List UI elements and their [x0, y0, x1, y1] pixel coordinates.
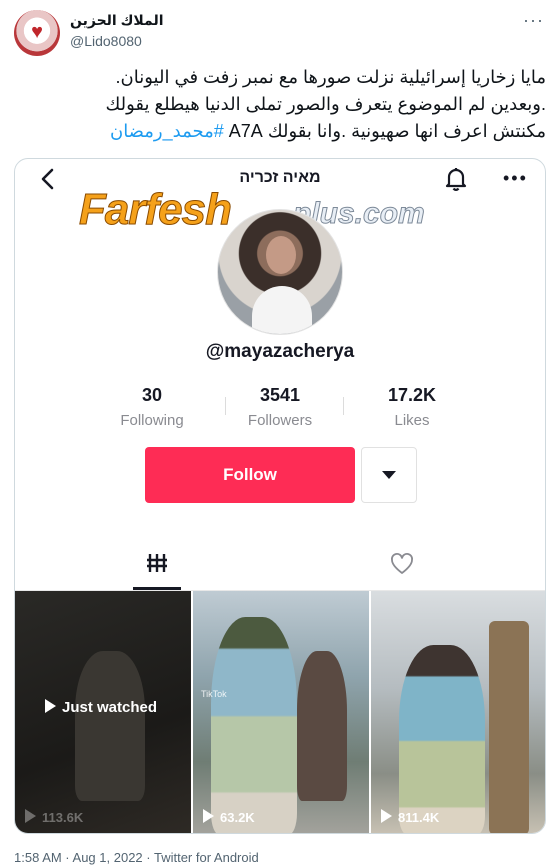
profile-stats: 30 Following 3541 Followers 17.2K Likes — [111, 385, 451, 431]
tiktok-tag: TikTok — [201, 689, 227, 699]
thumb-figure — [489, 621, 529, 833]
avatar-figure — [252, 286, 312, 334]
thumb-figure — [399, 645, 485, 833]
tab-videos[interactable] — [15, 539, 280, 591]
play-icon — [381, 809, 392, 823]
tweet-text-line: مايا زخاريا إسرائيلية نزلت صورها مع نمبر… — [115, 67, 546, 87]
thumb-figure — [297, 651, 347, 801]
profile-tabs — [15, 539, 545, 591]
stat-following[interactable]: 30 Following — [97, 385, 207, 429]
just-watched-overlay: Just watched — [45, 699, 157, 716]
display-name[interactable]: الملاك الحزين — [70, 12, 164, 29]
video-grid: Just watched 113.6K TikTok 63.2K 811.4K — [15, 591, 545, 833]
view-count-value: 63.2K — [220, 810, 255, 825]
watermark-logo: Farfesh — [79, 185, 233, 235]
heart-logo-icon: ♥ — [31, 21, 43, 43]
view-count-value: 113.6K — [42, 810, 84, 825]
play-icon — [45, 699, 56, 713]
suggestions-dropdown-button[interactable] — [361, 447, 417, 503]
view-count: 63.2K — [203, 809, 255, 825]
view-count: 113.6K — [25, 809, 83, 825]
avatar-face — [266, 236, 296, 274]
thumb-figure — [211, 617, 297, 833]
follow-button[interactable]: Follow — [145, 447, 355, 503]
view-count: 811.4K — [381, 809, 439, 825]
tweet-text: مايا زخاريا إسرائيلية نزلت صورها مع نمبر… — [14, 64, 546, 145]
stat-label: Likes — [394, 412, 430, 429]
tweet-text-line: مكنتش اعرف انها صهيونية .وانا بقولك A7A … — [14, 118, 546, 145]
stat-value: 30 — [141, 385, 163, 405]
stat-value: 3541 — [259, 385, 301, 405]
view-count-value: 811.4K — [398, 810, 440, 825]
stat-label: Following — [120, 412, 184, 429]
video-grid-icon — [147, 554, 167, 572]
stat-likes[interactable]: 17.2K Likes — [357, 385, 467, 429]
tweet-media-image[interactable]: מאיה זכריה ••• Farfesh plus.com @mayazac… — [14, 158, 546, 834]
active-tab-indicator — [133, 587, 181, 590]
thumb-figure — [75, 651, 145, 801]
hashtag-link[interactable]: #محمد_رمضان — [110, 121, 224, 141]
bell-icon[interactable] — [443, 165, 469, 191]
just-watched-label: Just watched — [62, 699, 158, 716]
heart-outline-icon[interactable] — [389, 551, 415, 577]
tweet-timestamp[interactable]: 1:58 AM · Aug 1, 2022 · Twitter for Andr… — [14, 850, 259, 865]
tweet-text-segment: مكنتش اعرف انها صهيونية .وانا بقولك A7A — [228, 121, 546, 141]
user-handle[interactable]: @Lido8080 — [70, 33, 142, 49]
stat-value: 17.2K — [387, 385, 437, 405]
stat-followers[interactable]: 3541 Followers — [225, 385, 335, 429]
tweet-text-line: .وبعدين لم الموضوع يتعرف والصور تملى الد… — [105, 94, 546, 114]
stat-divider — [343, 397, 344, 415]
caret-down-icon — [382, 471, 396, 479]
play-icon — [203, 809, 214, 823]
video-thumbnail[interactable]: Just watched 113.6K — [15, 591, 191, 833]
more-options-icon[interactable]: ··· — [523, 10, 544, 31]
profile-username: @mayazacherya — [205, 341, 355, 362]
stat-label: Followers — [247, 412, 313, 429]
avatar[interactable]: ♥ — [14, 10, 60, 56]
video-thumbnail[interactable]: TikTok 63.2K — [193, 591, 369, 833]
video-thumbnail[interactable]: 811.4K — [371, 591, 545, 833]
more-dots-icon[interactable]: ••• — [503, 169, 528, 187]
tweet-header: ♥ الملاك الحزين @Lido8080 ··· — [0, 0, 560, 60]
profile-avatar[interactable] — [217, 209, 343, 335]
play-icon — [25, 809, 36, 823]
